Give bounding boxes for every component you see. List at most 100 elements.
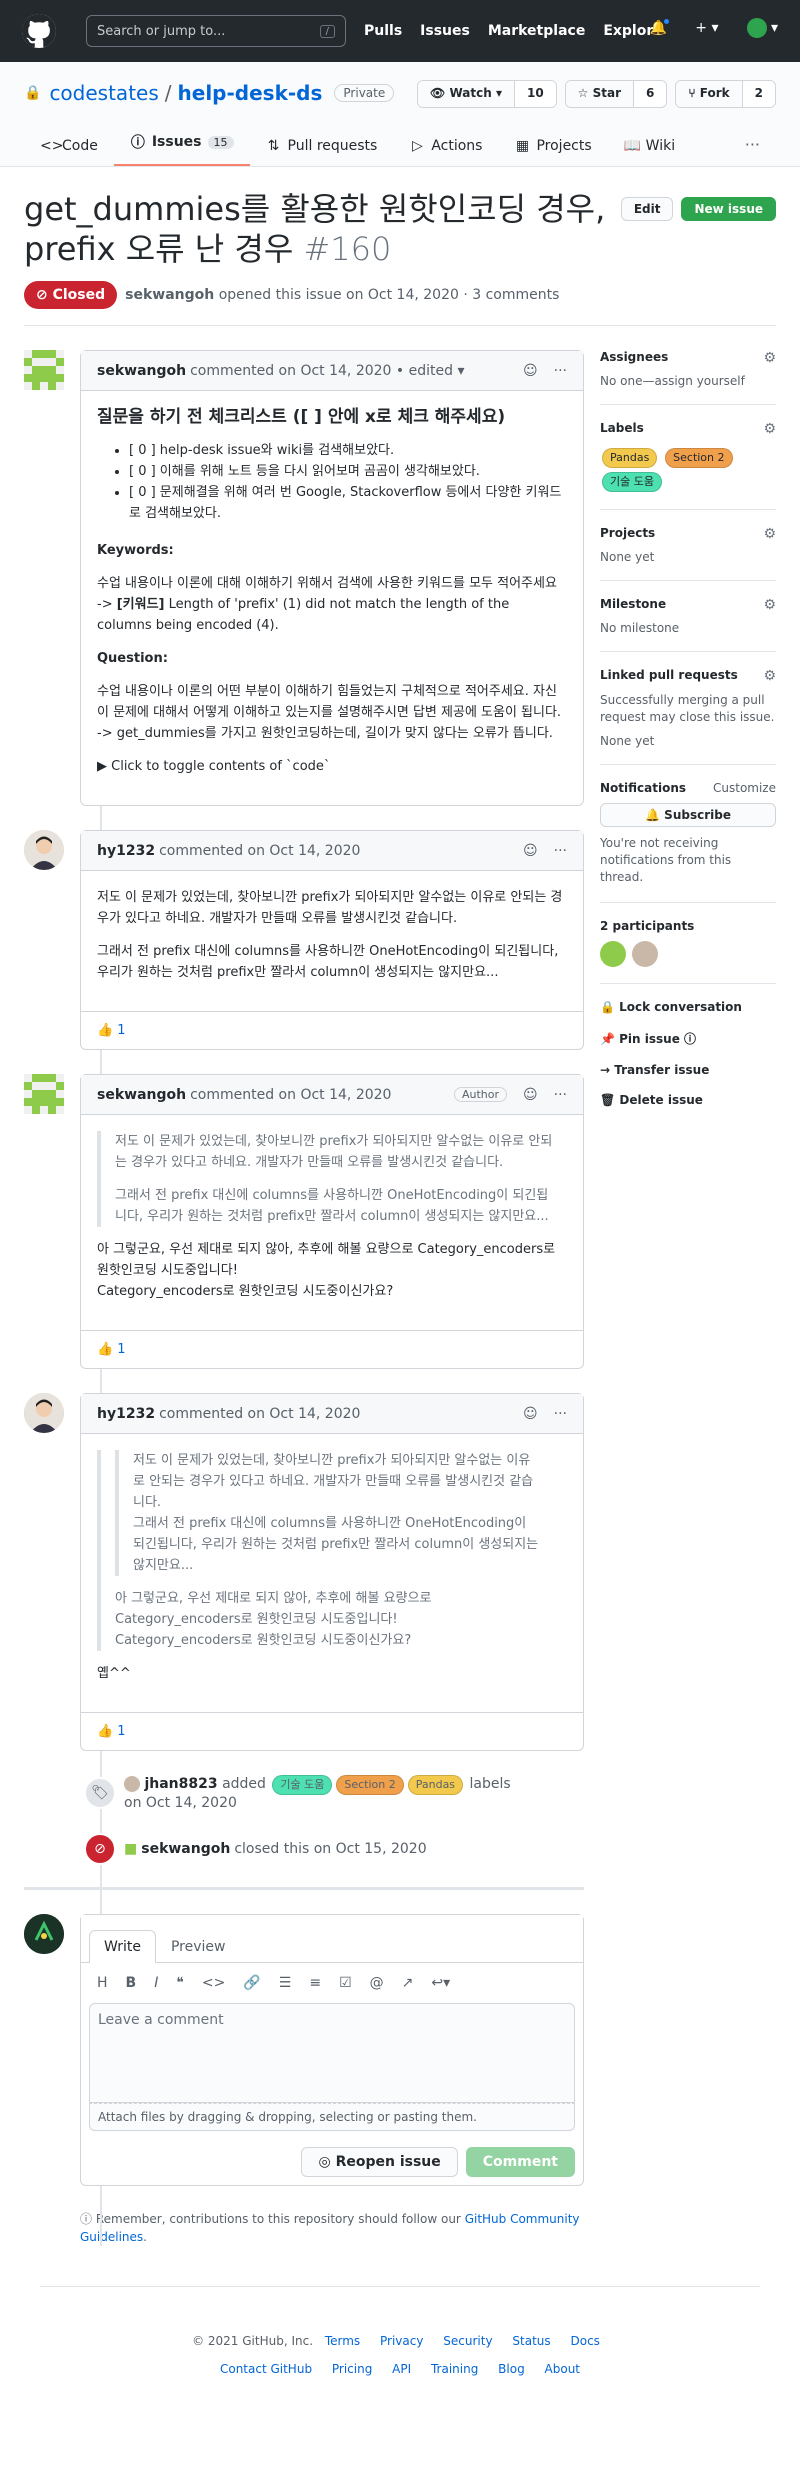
lock-conversation-button[interactable]: 🔒 Lock conversation: [600, 992, 776, 1022]
section-title[interactable]: Projects: [600, 526, 655, 542]
code-icon[interactable]: <>: [202, 1975, 225, 1991]
event-date[interactable]: on Oct 14, 2020: [124, 1795, 237, 1811]
reopen-issue-button[interactable]: ◎ Reopen issue: [301, 2147, 458, 2177]
current-user-avatar[interactable]: [24, 1914, 64, 1954]
avatar[interactable]: [24, 1393, 64, 1433]
bold-icon[interactable]: B: [126, 1975, 137, 1991]
reaction-thumbs-up[interactable]: 👍 1: [81, 1330, 583, 1368]
participant-avatar[interactable]: [600, 941, 626, 967]
smiley-icon[interactable]: ☺: [523, 843, 538, 859]
fork-count[interactable]: 2: [742, 81, 775, 107]
footer-link-blog[interactable]: Blog: [498, 2362, 525, 2376]
section-title[interactable]: Assignees: [600, 350, 668, 366]
tab-issues[interactable]: ⓘ Issues 15: [113, 124, 250, 166]
watch-count[interactable]: 10: [514, 81, 556, 107]
search-input[interactable]: Search or jump to... /: [86, 15, 346, 47]
tab-code[interactable]: <> Code: [24, 130, 114, 166]
smiley-icon[interactable]: ☺: [523, 363, 538, 379]
comment-author[interactable]: sekwangoh: [97, 363, 186, 379]
nav-pulls[interactable]: Pulls: [364, 23, 402, 39]
footer-link-pricing[interactable]: Pricing: [332, 2362, 372, 2376]
comment-date[interactable]: commented on Oct 14, 2020: [159, 1406, 360, 1422]
comment-author[interactable]: hy1232: [97, 843, 155, 859]
comment-date[interactable]: commented on Oct 14, 2020: [190, 1087, 391, 1103]
heading-icon[interactable]: H: [97, 1975, 108, 1991]
star-count[interactable]: 6: [634, 81, 667, 107]
avatar[interactable]: [24, 350, 64, 390]
comment-textarea[interactable]: Leave a comment: [89, 2003, 575, 2103]
kebab-menu-icon[interactable]: ···: [554, 1087, 567, 1103]
link-icon[interactable]: 🔗: [243, 1975, 260, 1991]
assignees-value[interactable]: No one—assign yourself: [600, 374, 776, 388]
label-badge[interactable]: Pandas: [407, 1775, 464, 1795]
footer-link-security[interactable]: Security: [443, 2334, 492, 2348]
avatar[interactable]: [24, 1074, 64, 1114]
transfer-issue-button[interactable]: → Transfer issue: [600, 1055, 776, 1085]
cross-reference-icon[interactable]: ↗: [402, 1975, 414, 1991]
gear-icon[interactable]: ⚙: [763, 421, 776, 437]
italic-icon[interactable]: I: [154, 1975, 158, 1991]
label-badge[interactable]: Section 2: [665, 448, 733, 468]
footer-link-contact[interactable]: Contact GitHub: [220, 2362, 312, 2376]
tab-wiki[interactable]: 📖 Wiki: [608, 130, 691, 166]
footer-link-training[interactable]: Training: [431, 2362, 478, 2376]
section-title[interactable]: Linked pull requests: [600, 668, 738, 684]
ordered-list-icon[interactable]: ≡: [309, 1975, 321, 1991]
watch-button[interactable]: 👁 Watch ▾ 10: [417, 80, 557, 108]
fork-button[interactable]: ⑂ Fork 2: [675, 80, 776, 108]
customize-link[interactable]: Customize: [713, 781, 776, 795]
label-badge[interactable]: 기술 도움: [602, 472, 662, 492]
label-badge[interactable]: Section 2: [336, 1775, 404, 1795]
gear-icon[interactable]: ⚙: [763, 526, 776, 542]
unordered-list-icon[interactable]: ☰: [279, 1975, 292, 1991]
section-title[interactable]: Labels: [600, 421, 644, 437]
event-user[interactable]: jhan8823: [144, 1776, 217, 1792]
kebab-menu-icon[interactable]: ···: [554, 363, 567, 379]
tab-preview[interactable]: Preview: [156, 1930, 241, 1963]
section-title[interactable]: Milestone: [600, 597, 666, 613]
repo-owner-link[interactable]: codestates: [49, 81, 158, 105]
comment-author[interactable]: hy1232: [97, 1406, 155, 1422]
edited-dropdown[interactable]: • edited ▾: [396, 363, 465, 379]
tab-actions[interactable]: ▷ Actions: [393, 130, 498, 166]
user-menu[interactable]: ▾: [746, 18, 778, 38]
kebab-menu-icon[interactable]: ···: [554, 843, 567, 859]
tab-projects[interactable]: ▦ Projects: [498, 130, 607, 166]
issue-author[interactable]: sekwangoh: [125, 287, 214, 303]
avatar[interactable]: [124, 1776, 140, 1792]
event-user[interactable]: sekwangoh: [141, 1841, 230, 1857]
reaction-thumbs-up[interactable]: 👍 1: [81, 1712, 583, 1750]
gear-icon[interactable]: ⚙: [763, 350, 776, 366]
edit-button[interactable]: Edit: [620, 197, 674, 221]
participant-avatar[interactable]: [632, 941, 658, 967]
pin-issue-button[interactable]: 📌 Pin issue ⓘ: [600, 1022, 776, 1055]
new-issue-button[interactable]: New issue: [681, 197, 776, 221]
kebab-menu-icon[interactable]: ···: [554, 1406, 567, 1422]
star-button[interactable]: ☆ Star 6: [564, 80, 668, 108]
footer-link-about[interactable]: About: [545, 2362, 580, 2376]
gear-icon[interactable]: ⚙: [763, 668, 776, 684]
task-list-icon[interactable]: ☑: [339, 1975, 352, 1991]
subscribe-button[interactable]: 🔔 Subscribe: [600, 803, 776, 827]
footer-link-docs[interactable]: Docs: [570, 2334, 599, 2348]
footer-link-api[interactable]: API: [392, 2362, 411, 2376]
repo-name-link[interactable]: help-desk-ds: [178, 81, 323, 105]
notifications-bell-icon[interactable]: 🔔: [650, 17, 672, 36]
smiley-icon[interactable]: ☺: [523, 1406, 538, 1422]
footer-link-terms[interactable]: Terms: [325, 2334, 360, 2348]
mention-icon[interactable]: @: [370, 1975, 384, 1991]
comment-date[interactable]: commented on Oct 14, 2020: [190, 363, 391, 379]
avatar[interactable]: [24, 830, 64, 870]
label-badge[interactable]: Pandas: [602, 448, 658, 468]
tab-write[interactable]: Write: [89, 1930, 156, 1963]
footer-link-privacy[interactable]: Privacy: [380, 2334, 423, 2348]
quote-icon[interactable]: ❝: [176, 1975, 184, 1991]
github-logo-icon[interactable]: [22, 14, 56, 48]
nav-issues[interactable]: Issues: [420, 23, 470, 39]
comment-author[interactable]: sekwangoh: [97, 1087, 186, 1103]
attach-files-area[interactable]: Attach files by dragging & dropping, sel…: [89, 2103, 575, 2131]
code-toggle[interactable]: ▶ Click to toggle contents of `code`: [97, 756, 567, 777]
comment-button[interactable]: Comment: [465, 2147, 575, 2177]
avatar[interactable]: ■: [124, 1841, 137, 1857]
more-tabs-icon[interactable]: ···: [729, 127, 776, 166]
